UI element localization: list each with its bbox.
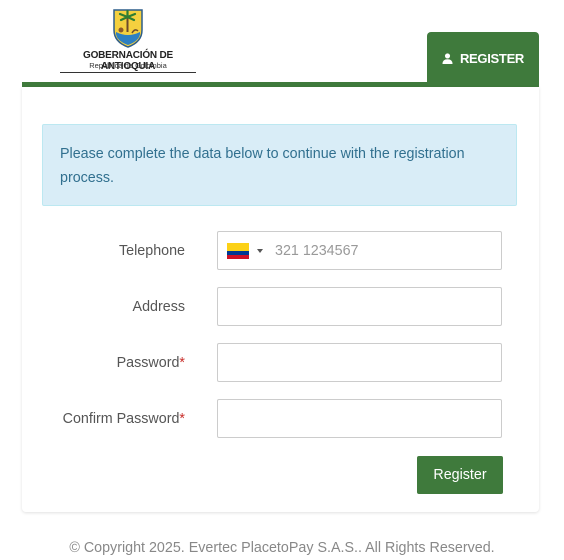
logo: GOBERNACIÓN DE ANTIOQUIA República de Co… [58,6,198,73]
required-marker: * [179,355,185,371]
address-input[interactable] [217,287,502,326]
confirm-password-label-text: Confirm Password [62,411,180,427]
tab-register-label: REGISTER [459,50,525,66]
address-label-text: Address [132,299,185,315]
password-label: Password* [0,355,185,371]
address-label: Address [0,299,185,315]
registration-panel: Please complete the data below to contin… [22,87,539,512]
info-alert: Please complete the data below to contin… [42,124,517,206]
user-icon [442,52,453,64]
copyright-footer: © Copyright 2025. Evertec PlacetoPay S.A… [69,540,495,556]
organization-subtitle: República de Colombia [89,61,167,70]
telephone-field [217,231,502,270]
required-marker: * [179,411,185,427]
info-alert-message: Please complete the data below to contin… [60,146,465,186]
telephone-input[interactable] [268,233,502,268]
country-dropdown-caret-icon[interactable] [257,249,263,253]
antioquia-coat-of-arms-icon [113,9,143,48]
register-button[interactable]: Register [417,456,503,494]
telephone-label-text: Telephone [119,243,185,259]
password-label-text: Password [116,355,180,371]
confirm-password-input[interactable] [217,399,502,438]
tab-register[interactable]: REGISTER [427,32,539,84]
telephone-label: Telephone [0,243,185,259]
confirm-password-label: Confirm Password* [0,411,185,427]
password-input[interactable] [217,343,502,382]
colombia-flag-icon[interactable] [227,243,249,259]
